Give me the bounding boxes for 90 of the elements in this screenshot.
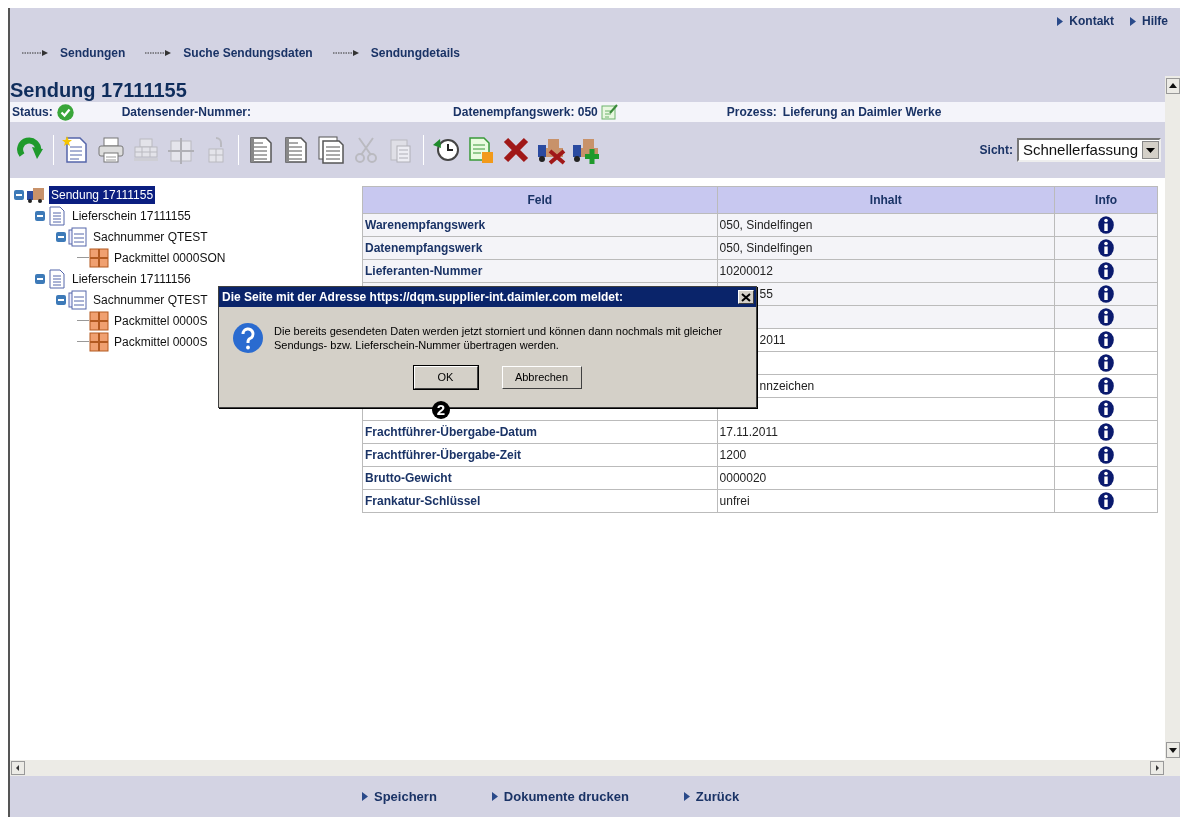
view-label: Sicht: bbox=[979, 142, 1013, 159]
close-button[interactable] bbox=[738, 290, 754, 304]
info-icon[interactable] bbox=[1098, 469, 1115, 488]
footer-link[interactable]: Dokumente drucken bbox=[491, 786, 629, 807]
collapse-icon[interactable] bbox=[35, 273, 45, 284]
scroll-down-icon[interactable] bbox=[1165, 742, 1180, 758]
dialog-button[interactable]: Abbrechen bbox=[501, 366, 582, 389]
crate-icon bbox=[89, 310, 109, 331]
dialog-button[interactable]: OK bbox=[413, 366, 478, 389]
field-value: 1200 bbox=[717, 443, 1055, 467]
tree-item[interactable]: Lieferschein 17111156 bbox=[70, 269, 193, 288]
info-icon[interactable] bbox=[1098, 446, 1115, 465]
collapse-icon[interactable] bbox=[56, 294, 66, 305]
field-value: 050, Sindelfingen bbox=[717, 236, 1055, 260]
column-header: Feld bbox=[362, 186, 718, 214]
field-value: 0000020 bbox=[717, 466, 1055, 490]
info-icon[interactable] bbox=[1098, 216, 1115, 235]
triangle-icon bbox=[683, 792, 690, 801]
header-link[interactable]: Kontakt bbox=[1057, 12, 1114, 30]
view-dropdown[interactable]: Schnellerfassung bbox=[1016, 138, 1161, 162]
edit-icon[interactable] bbox=[600, 103, 619, 121]
collapse-icon[interactable] bbox=[56, 231, 66, 242]
dialog-title: Die Seite mit der Adresse https://dqm.supplier-int.daimler.com meldet: bbox=[222, 289, 623, 306]
collapse-icon[interactable] bbox=[35, 210, 45, 221]
document-icon bbox=[47, 205, 67, 226]
breadcrumb-link[interactable]: Sendungen bbox=[60, 44, 126, 62]
tree-item[interactable]: Packmittel 0000S bbox=[112, 332, 210, 351]
printer-icon[interactable] bbox=[96, 135, 126, 165]
crate-icon bbox=[89, 247, 109, 268]
column-header: Inhalt bbox=[717, 186, 1055, 214]
arrow-icon bbox=[332, 50, 359, 56]
breadcrumb-link[interactable]: Sendungdetails bbox=[370, 44, 461, 62]
vertical-scrollbar[interactable] bbox=[1165, 76, 1180, 776]
field-name: Datenempfangswerk bbox=[362, 236, 718, 260]
field-name: Lieferanten-Nummer bbox=[362, 259, 718, 283]
status-label: Status: bbox=[12, 104, 53, 121]
documents-icon bbox=[68, 226, 88, 247]
info-icon[interactable] bbox=[1098, 423, 1115, 442]
tree-item[interactable]: Sachnummer QTEST bbox=[91, 227, 210, 246]
field-name: Warenempfangswerk bbox=[362, 213, 718, 237]
footer-link[interactable]: Zurück bbox=[683, 786, 740, 807]
breadcrumb-link[interactable]: Suche Sendungsdaten bbox=[183, 44, 313, 62]
field-value: 10200012 bbox=[717, 259, 1055, 283]
question-icon bbox=[232, 322, 264, 354]
triangle-icon bbox=[1057, 16, 1064, 26]
tree-item[interactable]: Sendung 17111155 bbox=[49, 185, 156, 204]
info-icon[interactable] bbox=[1098, 239, 1115, 258]
info-icon[interactable] bbox=[1098, 492, 1115, 511]
field-value: 050, Sindelfingen bbox=[717, 213, 1055, 237]
field-name: Frankatur-Schlüssel bbox=[362, 489, 718, 513]
field-value: unfrei bbox=[717, 489, 1055, 513]
triangle-icon bbox=[362, 792, 368, 801]
documents-icon bbox=[68, 289, 88, 310]
horizontal-scrollbar[interactable] bbox=[10, 760, 1165, 776]
info-icon[interactable] bbox=[1098, 400, 1115, 419]
field-name: Frachtführer-Übergabe-Zeit bbox=[362, 443, 718, 467]
field-name: Brutto-Gewicht bbox=[362, 466, 718, 490]
column-header: Info bbox=[1054, 186, 1158, 214]
triangle-icon bbox=[491, 792, 498, 801]
documents-icon[interactable] bbox=[316, 135, 346, 165]
scroll-left-icon[interactable] bbox=[11, 761, 25, 775]
info-icon[interactable] bbox=[1098, 377, 1115, 396]
field-value: 17.11.2011 bbox=[717, 420, 1055, 444]
collapse-icon[interactable] bbox=[14, 189, 24, 200]
info-icon[interactable] bbox=[1098, 331, 1115, 350]
field-name: Frachtführer-Übergabe-Datum bbox=[362, 420, 718, 444]
scroll-up-icon[interactable] bbox=[1165, 78, 1180, 94]
triangle-icon bbox=[1130, 16, 1136, 26]
arrow-icon bbox=[22, 50, 48, 56]
info-icon[interactable] bbox=[1098, 354, 1115, 373]
tree-item[interactable]: Packmittel 0000SON bbox=[112, 248, 228, 267]
tree-item[interactable]: Sachnummer QTEST bbox=[91, 290, 210, 309]
document-icon bbox=[47, 268, 67, 289]
footer-link[interactable]: Speichern bbox=[362, 786, 437, 807]
crate-icon bbox=[89, 331, 109, 352]
header-link[interactable]: Hilfe bbox=[1130, 12, 1168, 30]
document-export-icon[interactable] bbox=[466, 135, 496, 165]
sender-label: Datensender-Nummer: bbox=[121, 104, 252, 121]
info-icon[interactable] bbox=[1098, 308, 1115, 327]
page-title: Sendung 17111155 bbox=[10, 80, 187, 102]
process-label: Prozess: bbox=[726, 104, 777, 121]
process-value: Lieferung an Daimler Werke bbox=[782, 104, 942, 121]
scroll-right-icon[interactable] bbox=[1150, 761, 1164, 775]
arrow-icon bbox=[145, 50, 172, 56]
tree-item[interactable]: Packmittel 0000S bbox=[112, 311, 210, 330]
receiver-label: Datenempfangswerk: 050 bbox=[453, 104, 598, 121]
info-icon[interactable] bbox=[1098, 285, 1115, 304]
info-icon[interactable] bbox=[1098, 262, 1115, 281]
tree-item[interactable]: Lieferschein 17111155 bbox=[70, 206, 193, 225]
delete-icon[interactable] bbox=[501, 135, 531, 165]
